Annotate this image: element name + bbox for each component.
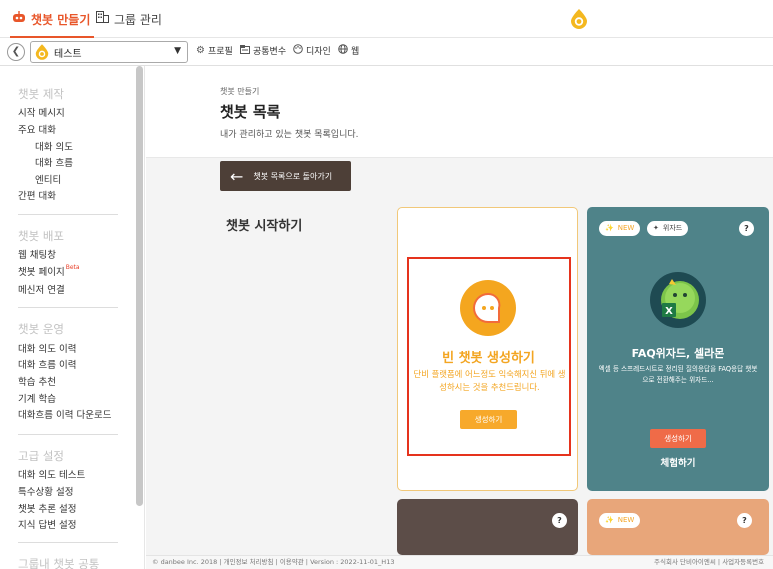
create-faq-bot-button[interactable]: 생성하기: [650, 429, 706, 448]
wizard-badge: ✦ 위자드: [647, 221, 689, 236]
sidebar-item-flow[interactable]: 대화 흐름: [35, 155, 73, 169]
sparkle-icon: ✨: [605, 224, 614, 232]
arrow-left-icon: ←: [230, 166, 244, 186]
sidebar-item-flow-history[interactable]: 대화 흐름 이력: [18, 357, 76, 371]
faq-card-description: 엑셀 등 스프레드시트로 정리된 질의응답을 FAQ응답 챗봇으로 전환해주는 …: [598, 365, 758, 384]
sidebar-scrollbar[interactable]: [136, 66, 143, 506]
footer-right: 주식회사 단비아이엔씨 | 사업자등록번호: [654, 558, 765, 566]
chat-bubble-icon: [460, 280, 516, 336]
sidebar-item-flow-download[interactable]: 대화흐름 이력 다운로드: [18, 407, 111, 421]
footer-left: © danbee Inc. 2018 | 개인정보 처리방침 | 이용약관 | …: [152, 558, 395, 566]
gear-icon: ⚙: [196, 45, 205, 56]
footer: © danbee Inc. 2018 | 개인정보 처리방침 | 이용약관 | …: [146, 555, 773, 569]
help-icon[interactable]: ?: [739, 221, 754, 236]
sidebar-item-learn-recommend[interactable]: 학습 추천: [18, 374, 56, 388]
tab-chatbot-build[interactable]: 챗봇 만들기: [9, 0, 95, 38]
wizard-badge-label: 위자드: [662, 224, 683, 232]
page-title: 챗봇 목록: [220, 103, 281, 121]
sidebar-item-machine-learning[interactable]: 기계 학습: [18, 391, 56, 405]
sidebar-item-intent-test[interactable]: 대화 의도 테스트: [18, 467, 85, 481]
sidebar-divider: [18, 307, 118, 308]
sidebar-item-label: 챗봇 페이지: [18, 267, 65, 278]
sidebar-divider: [18, 214, 118, 215]
beta-badge: Beta: [65, 264, 80, 271]
sidebar: 챗봇 제작 시작 메시지 주요 대화 대화 의도 대화 흐름 엔티티 간편 대화…: [0, 66, 145, 569]
building-icon: [96, 11, 109, 27]
web-tool[interactable]: 웹: [338, 44, 359, 57]
new-badge-label: NEW: [617, 516, 635, 524]
breadcrumb[interactable]: 챗봇 만들기: [220, 86, 259, 97]
section-title: 챗봇 시작하기: [226, 219, 303, 234]
bot-selector[interactable]: 테스트 ▼: [30, 41, 188, 63]
sidebar-item-bot-page[interactable]: 챗봇 페이지Beta: [18, 264, 80, 278]
back-button-label: 챗봇 목록으로 돌아가기: [253, 171, 333, 181]
sidebar-item-intent[interactable]: 대화 의도: [35, 139, 73, 153]
main-content: ← 챗봇 목록으로 돌아가기 챗봇 시작하기 빈 챗봇 생성하기 단비 플랫폼에…: [146, 158, 773, 555]
sidebar-item-knowledge-settings[interactable]: 지식 답변 설정: [18, 517, 76, 531]
page-description: 내가 관리하고 있는 챗봇 목록입니다.: [220, 130, 359, 140]
bot-toolbar: ❮ 테스트 ▼ ⚙ 프로필 공통변수 디자인 웹: [0, 38, 773, 66]
sidebar-item-intent-history[interactable]: 대화 의도 이력: [18, 341, 76, 355]
help-icon[interactable]: ?: [552, 513, 567, 528]
sidebar-section-title: 챗봇 배포: [18, 229, 64, 243]
tab-label: 챗봇 만들기: [31, 12, 91, 27]
sidebar-item-web-chat[interactable]: 웹 채팅창: [18, 247, 56, 261]
magic-wand-icon: ✦: [653, 224, 659, 232]
sidebar-section-title: 그룹내 챗봇 공통: [18, 557, 100, 569]
sidebar-item-messenger[interactable]: 메신저 연결: [18, 282, 65, 296]
sidebar-divider: [18, 542, 118, 543]
profile-tool[interactable]: ⚙ 프로필: [196, 44, 233, 57]
sidebar-item-main-dialog[interactable]: 주요 대화: [18, 122, 56, 136]
bot-name: 테스트: [54, 48, 82, 60]
create-empty-bot-button[interactable]: 생성하기: [460, 410, 517, 429]
try-it-link[interactable]: 체험하기: [587, 455, 769, 469]
folder-icon: [240, 44, 250, 57]
sidebar-item-simple-dialog[interactable]: 간편 대화: [18, 188, 56, 202]
tool-label: 공통변수: [253, 47, 287, 57]
template-card[interactable]: ?: [397, 499, 578, 555]
svg-text:X: X: [665, 306, 673, 317]
back-arrow-icon[interactable]: ❮: [7, 43, 25, 61]
spreadsheet-mascot-icon: X: [650, 272, 706, 328]
sidebar-item-special-settings[interactable]: 특수상황 설정: [18, 484, 73, 498]
empty-chatbot-card[interactable]: 빈 챗봇 생성하기 단비 플랫폼에 어느정도 익숙해지신 뒤에 생성하시는 것을…: [397, 207, 578, 491]
common-variables-tool[interactable]: 공통변수: [240, 44, 286, 57]
sidebar-divider: [18, 434, 118, 435]
sidebar-section-title: 고급 설정: [18, 449, 64, 463]
danbee-logo-icon: [571, 9, 587, 29]
sidebar-item-start-message[interactable]: 시작 메시지: [18, 105, 65, 119]
tool-label: 프로필: [207, 47, 233, 57]
template-card[interactable]: ✨ NEW ?: [587, 499, 769, 555]
faq-card-title: FAQ위자드, 셀라몬: [631, 347, 725, 360]
page-header: 챗봇 만들기 챗봇 목록 내가 관리하고 있는 챗봇 목록입니다.: [146, 66, 773, 158]
tab-group-manage[interactable]: 그룹 관리: [96, 0, 162, 38]
globe-icon: [338, 44, 348, 57]
top-navigation: 챗봇 만들기 그룹 관리: [0, 0, 773, 38]
sidebar-section-title: 챗봇 제작: [18, 87, 64, 101]
sidebar-item-inference-settings[interactable]: 챗봇 추론 설정: [18, 501, 76, 515]
new-badge: ✨ NEW: [599, 221, 641, 236]
bot-avatar-icon: [35, 44, 49, 60]
faq-wizard-card[interactable]: ✨ NEW ✦ 위자드 ? X FAQ위자드, 셀라몬 엑셀 등 스프레드시트로…: [587, 207, 769, 491]
tool-label: 웹: [351, 47, 360, 57]
empty-card-title: 빈 챗봇 생성하기: [442, 351, 535, 366]
tab-label: 그룹 관리: [114, 12, 162, 27]
robot-icon: [12, 11, 26, 27]
design-tool[interactable]: 디자인: [293, 44, 331, 57]
help-icon[interactable]: ?: [737, 513, 752, 528]
sparkle-icon: ✨: [605, 516, 614, 524]
new-badge-label: NEW: [617, 224, 635, 232]
tool-label: 디자인: [306, 47, 331, 57]
empty-card-description: 단비 플랫폼에 어느정도 익숙해지신 뒤에 생성하시는 것을 추천드립니다.: [413, 369, 566, 392]
sidebar-item-entity[interactable]: 엔티티: [35, 172, 61, 186]
palette-icon: [293, 44, 303, 57]
back-to-list-button[interactable]: ← 챗봇 목록으로 돌아가기: [220, 161, 351, 191]
new-badge: ✨ NEW: [599, 513, 641, 528]
caret-down-icon: ▼: [174, 46, 181, 56]
sidebar-section-title: 챗봇 운영: [18, 322, 64, 336]
